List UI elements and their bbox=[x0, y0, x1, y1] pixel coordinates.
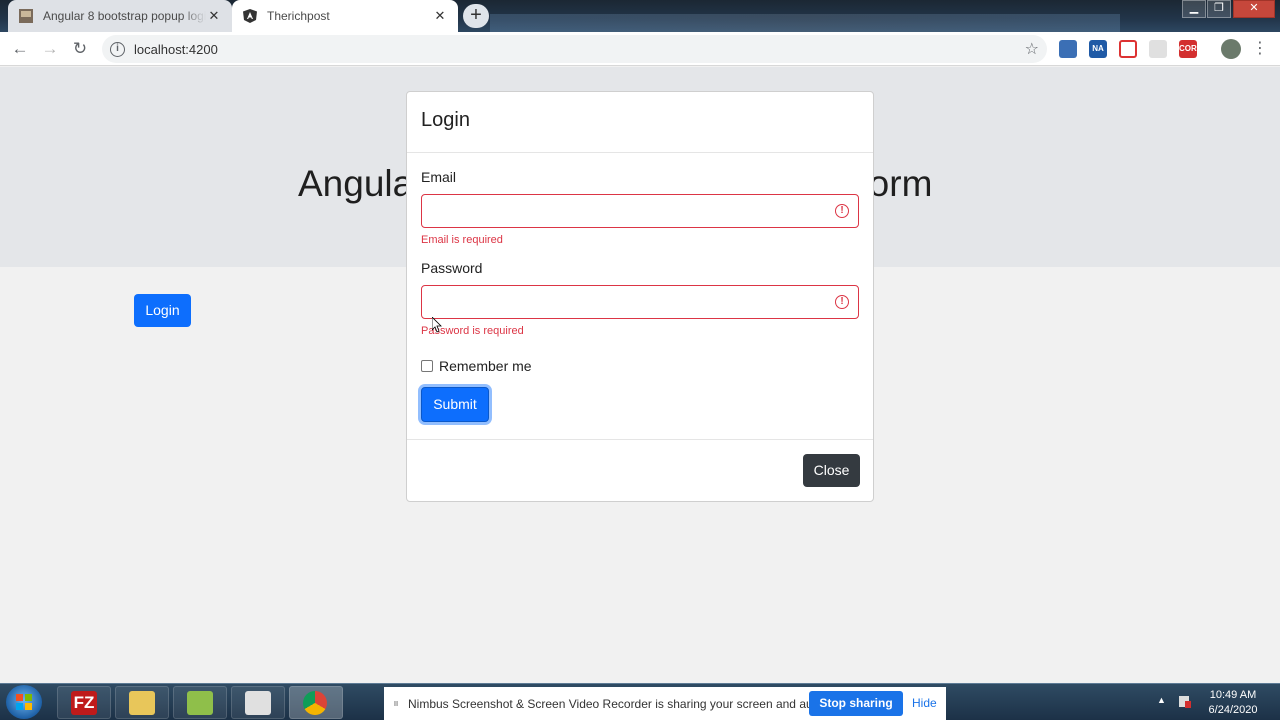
email-error-message: Email is required bbox=[421, 234, 503, 246]
taskbar-filezilla[interactable]: FZ bbox=[57, 686, 111, 719]
remember-me-row: Remember me bbox=[421, 358, 859, 374]
tab-close-icon[interactable]: ✕ bbox=[432, 8, 448, 24]
tab-title: Therichpost bbox=[267, 9, 330, 23]
tray-expand-icon[interactable]: ▲ bbox=[1157, 695, 1166, 705]
minimize-window-button[interactable]: ▁ bbox=[1182, 0, 1206, 18]
screen-share-bar: ⏸ Nimbus Screenshot & Screen Video Recor… bbox=[384, 687, 946, 720]
forward-arrow-icon[interactable]: → bbox=[39, 38, 61, 60]
bookmark-star-icon[interactable]: ☆ bbox=[1025, 39, 1039, 59]
taskbar-chrome[interactable] bbox=[289, 686, 343, 719]
git-icon bbox=[245, 691, 271, 715]
new-tab-button[interactable]: + bbox=[463, 4, 489, 28]
url-text: localhost:4200 bbox=[134, 41, 218, 57]
login-modal: Login Email ! Email is required Password… bbox=[406, 91, 874, 502]
browser-menu-icon[interactable]: ⋮ bbox=[1252, 39, 1268, 59]
page-favicon-icon bbox=[18, 8, 34, 24]
modal-footer: Close bbox=[407, 439, 873, 501]
extension-cors-icon[interactable]: CORS bbox=[1179, 40, 1202, 58]
extension-user-icon[interactable] bbox=[1059, 40, 1077, 58]
browser-toolbar: ← → ↻ i localhost:4200 ☆ NA CORS ⋮ bbox=[0, 32, 1280, 66]
network-icon[interactable] bbox=[1177, 693, 1191, 709]
email-field[interactable]: ! bbox=[421, 194, 859, 228]
extension-record-icon[interactable] bbox=[1119, 40, 1137, 58]
password-label: Password bbox=[421, 260, 483, 276]
remember-me-checkbox[interactable] bbox=[421, 360, 433, 372]
taskbar-explorer[interactable] bbox=[115, 686, 169, 719]
reload-icon[interactable]: ↻ bbox=[69, 38, 91, 60]
tab-title: Angular 8 bootstrap popup login bbox=[43, 9, 206, 23]
extension-shield-icon[interactable] bbox=[1149, 40, 1167, 58]
address-bar[interactable]: i localhost:4200 ☆ bbox=[102, 35, 1047, 63]
start-button[interactable] bbox=[6, 685, 42, 719]
page-viewport: Angulap Form Login Login Email ! Email i… bbox=[0, 67, 1280, 683]
password-field[interactable]: ! bbox=[421, 285, 859, 319]
extension-na-icon[interactable]: NA bbox=[1089, 40, 1107, 58]
windows-logo-icon bbox=[16, 694, 32, 710]
mouse-cursor-icon bbox=[432, 317, 442, 333]
clock-time: 10:49 AM bbox=[1209, 689, 1257, 701]
submit-button[interactable]: Submit bbox=[421, 387, 489, 422]
modal-title: Login bbox=[421, 109, 470, 131]
taskbar-notepad[interactable] bbox=[173, 686, 227, 719]
folder-icon bbox=[129, 691, 155, 715]
profile-avatar[interactable] bbox=[1221, 39, 1241, 59]
system-clock[interactable]: 10:49 AM 6/24/2020 bbox=[1200, 688, 1266, 718]
tab-therichpost[interactable]: Therichpost ✕ bbox=[232, 0, 458, 32]
close-button[interactable]: Close bbox=[803, 454, 860, 487]
filezilla-icon: FZ bbox=[71, 691, 97, 715]
share-message: Nimbus Screenshot & Screen Video Recorde… bbox=[408, 696, 833, 711]
tab-angular-popup[interactable]: Angular 8 bootstrap popup login ✕ bbox=[8, 0, 232, 32]
angular-logo-icon bbox=[242, 8, 258, 24]
close-window-button[interactable]: ✕ bbox=[1233, 0, 1275, 18]
modal-body: Email ! Email is required Password ! Pas… bbox=[407, 153, 873, 422]
maximize-window-button[interactable]: ❐ bbox=[1207, 0, 1231, 18]
tab-close-icon[interactable]: ✕ bbox=[206, 8, 222, 24]
back-arrow-icon[interactable]: ← bbox=[9, 38, 31, 60]
remember-me-label[interactable]: Remember me bbox=[439, 358, 532, 374]
password-error-message: Password is required bbox=[421, 325, 524, 337]
modal-header: Login bbox=[407, 92, 873, 153]
invalid-alert-icon: ! bbox=[835, 204, 849, 218]
email-label: Email bbox=[421, 169, 457, 185]
site-info-icon[interactable]: i bbox=[110, 41, 125, 57]
invalid-alert-icon: ! bbox=[835, 295, 849, 309]
drag-handle-icon[interactable]: ⏸ bbox=[393, 696, 403, 711]
clock-date: 6/24/2020 bbox=[1208, 704, 1258, 716]
chrome-icon bbox=[303, 691, 327, 715]
browser-tab-bar: Angular 8 bootstrap popup login ✕ Theric… bbox=[0, 0, 1280, 32]
notepad-icon bbox=[187, 691, 213, 715]
hide-button[interactable]: Hide bbox=[912, 691, 937, 716]
stop-sharing-button[interactable]: Stop sharing bbox=[809, 691, 903, 716]
taskbar-git[interactable] bbox=[231, 686, 285, 719]
